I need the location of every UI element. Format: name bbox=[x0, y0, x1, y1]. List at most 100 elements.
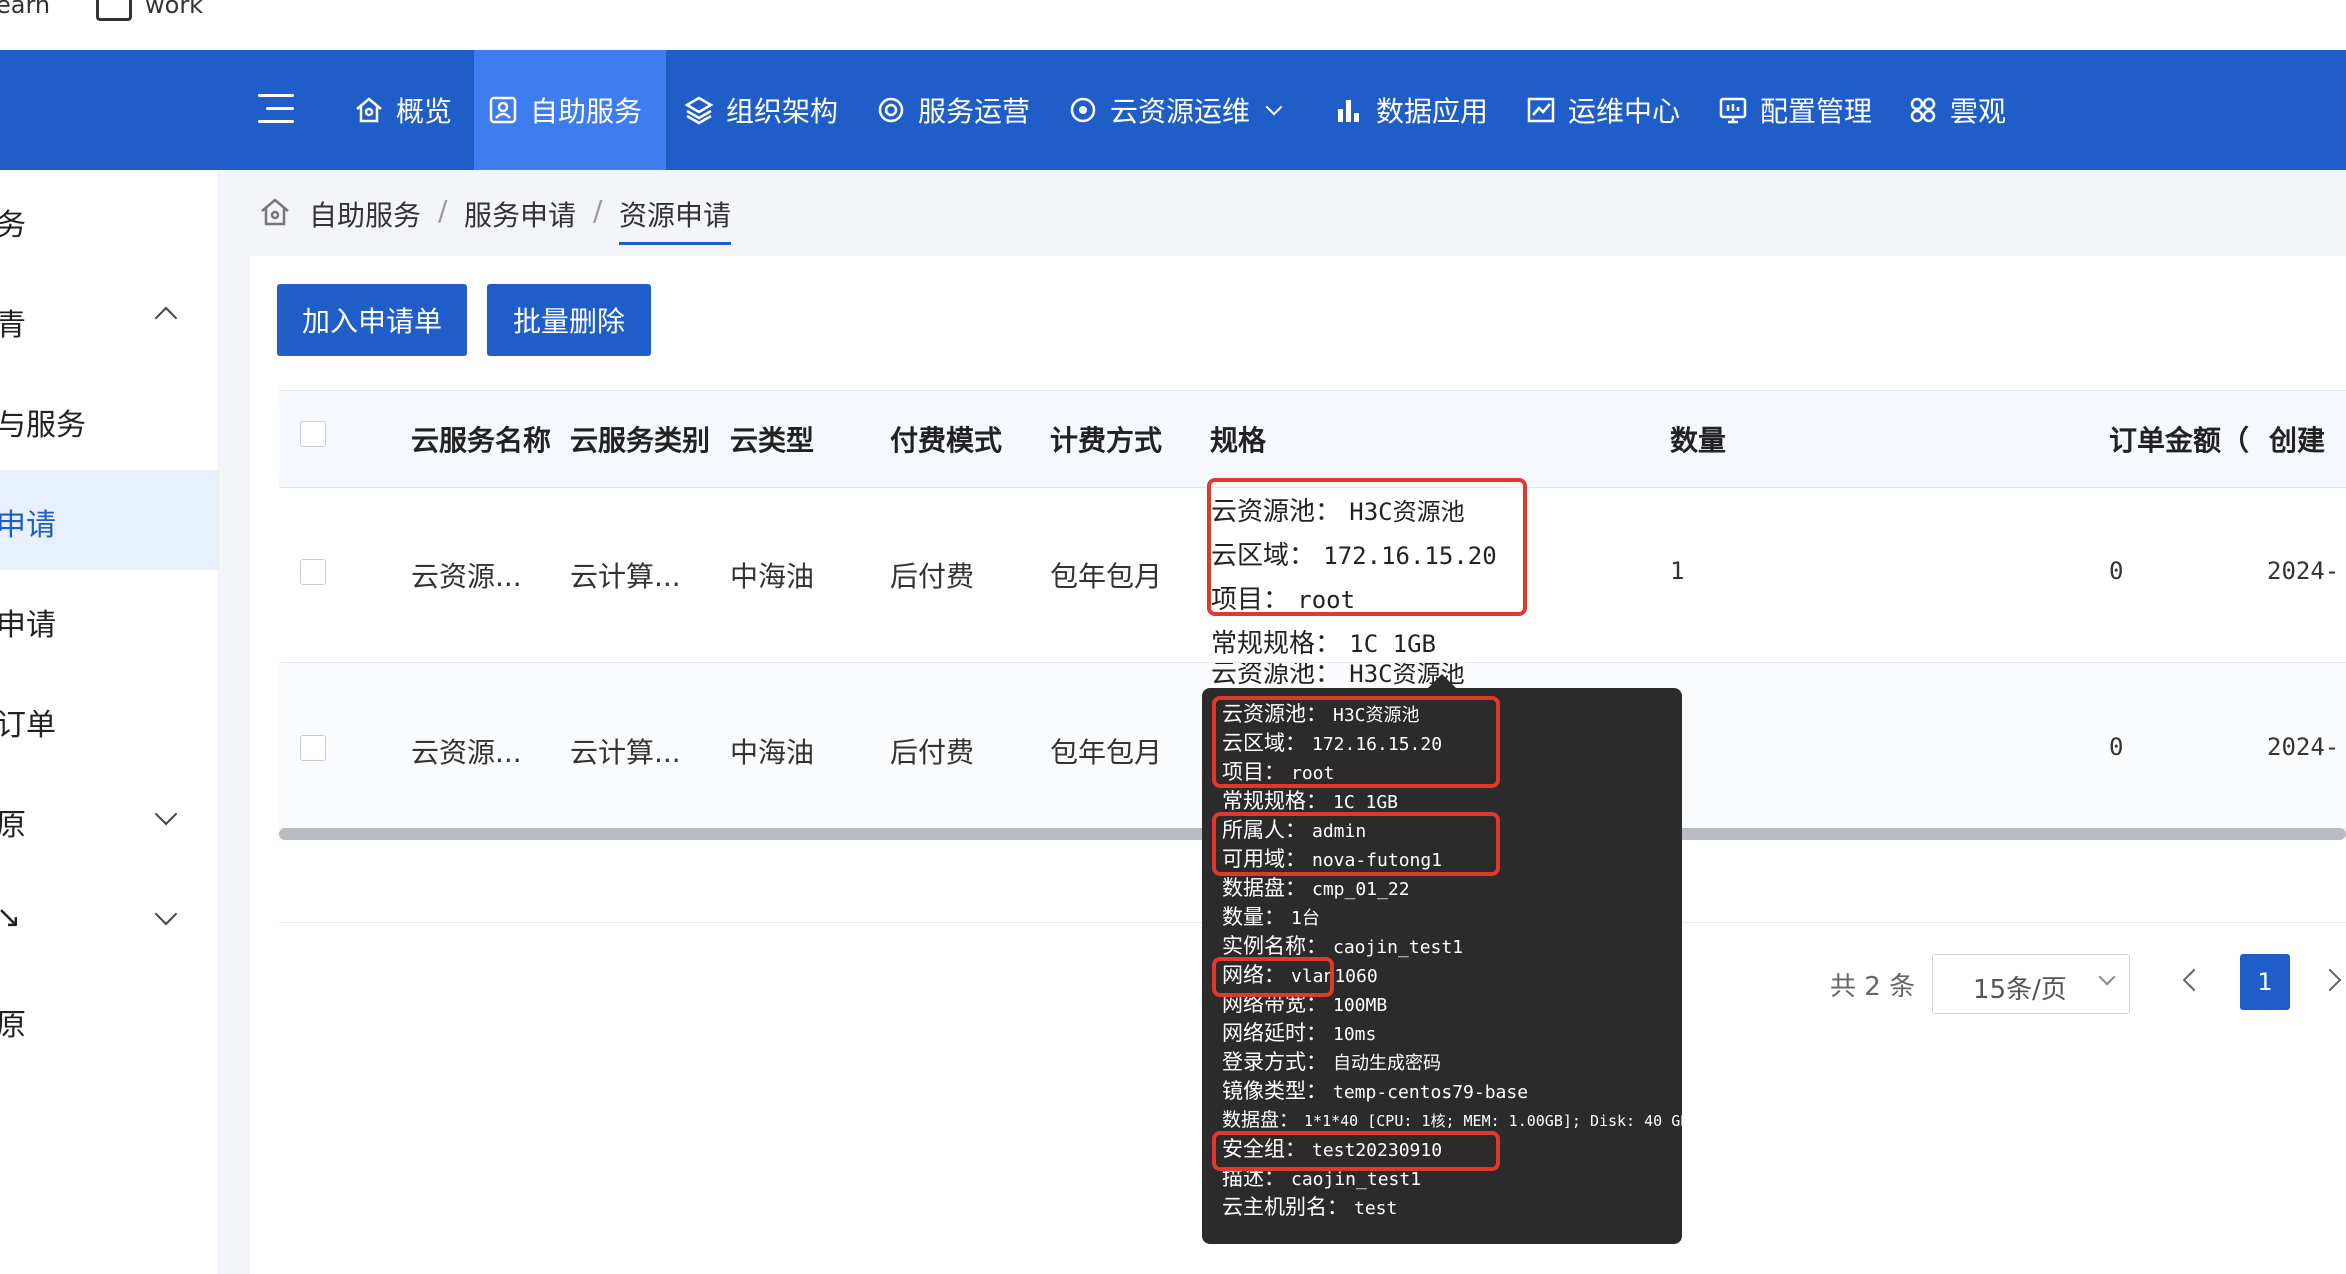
spec-line: 云资源池： H3C资源池 bbox=[1211, 663, 1465, 689]
column-header-spec[interactable]: 规格 bbox=[1210, 419, 1266, 459]
nav-item-self-service[interactable]: 自助服务 bbox=[474, 50, 666, 170]
chevron-down-icon bbox=[2098, 968, 2116, 986]
folder-icon bbox=[96, 0, 132, 21]
cell-quantity: 1 bbox=[1670, 557, 1685, 585]
sidebar-item-orders[interactable]: 订单 bbox=[0, 670, 218, 770]
sidebar-item-misc[interactable]: ↘ bbox=[0, 870, 218, 970]
column-header-amount[interactable]: 订单金额（ bbox=[2109, 419, 2249, 459]
nav-item-cloud-ops[interactable]: 云资源运维 bbox=[1068, 50, 1304, 170]
column-header-category[interactable]: 云服务类别 bbox=[570, 419, 710, 459]
cell-category: 云计算... bbox=[570, 560, 681, 593]
column-header-name[interactable]: 云服务名称 bbox=[411, 419, 551, 459]
nav-label: 概览 bbox=[396, 95, 453, 128]
cell-created: 2024- bbox=[2267, 733, 2340, 761]
breadcrumb: 自助服务 / 服务申请 / 资源申请 bbox=[219, 170, 2346, 256]
nav-label: 雲观 bbox=[1950, 95, 2007, 128]
gear-ring-icon bbox=[876, 95, 906, 125]
cell-cloud-type: 中海油 bbox=[730, 560, 815, 593]
home-icon bbox=[354, 95, 384, 125]
cell-pay-mode: 后付费 bbox=[890, 560, 975, 593]
chevron-down-icon bbox=[154, 802, 178, 826]
nav-label: 数据应用 bbox=[1376, 95, 1489, 128]
nav-label: 组织架构 bbox=[726, 95, 839, 128]
cell-billing: 包年包月 bbox=[1050, 736, 1163, 769]
column-header-pay-mode[interactable]: 付费模式 bbox=[890, 419, 1002, 459]
nav-item-service-ops[interactable]: 服务运营 bbox=[876, 50, 1036, 170]
bookmarks-bar: earn work bbox=[0, 0, 2346, 50]
column-header-created[interactable]: 创建 bbox=[2269, 419, 2325, 459]
highlight-box bbox=[1212, 957, 1334, 997]
nav-item-config[interactable]: 配置管理 bbox=[1718, 50, 1878, 170]
sidebar-item-apply[interactable]: 青 bbox=[0, 270, 218, 370]
highlight-box bbox=[1207, 478, 1527, 616]
cell-billing: 包年包月 bbox=[1050, 560, 1163, 593]
clover-icon bbox=[1908, 95, 1938, 125]
row-checkbox[interactable] bbox=[300, 559, 326, 585]
page-size-select[interactable]: 15条/页 bbox=[1932, 954, 2130, 1014]
line-chart-icon bbox=[1526, 95, 1556, 125]
sidebar-item-service[interactable]: 务 bbox=[0, 170, 218, 270]
tooltip-line: 云主机别名： test bbox=[1222, 1195, 1398, 1219]
nav-label: 配置管理 bbox=[1760, 95, 1873, 128]
nav-item-overview[interactable]: 概览 bbox=[354, 50, 458, 170]
highlight-box bbox=[1212, 696, 1500, 788]
add-to-application-button[interactable]: 加入申请单 bbox=[277, 284, 467, 356]
cell-name: 云资源... bbox=[411, 560, 522, 593]
breadcrumb-separator: / bbox=[593, 194, 603, 227]
page-button-current[interactable]: 1 bbox=[2240, 954, 2290, 1010]
nav-label: 自助服务 bbox=[530, 95, 643, 128]
column-header-cloud-type[interactable]: 云类型 bbox=[730, 419, 814, 459]
tooltip-line: 数量： 1台 bbox=[1222, 905, 1320, 929]
tooltip-line: 数据盘： cmp_01_22 bbox=[1222, 876, 1410, 900]
sidebar-item-resources[interactable]: 原 bbox=[0, 770, 218, 870]
column-header-quantity[interactable]: 数量 bbox=[1670, 419, 1726, 459]
sidebar-item-resources-2[interactable]: 原 bbox=[0, 970, 218, 1070]
layers-icon bbox=[684, 95, 714, 125]
chevron-up-icon bbox=[154, 306, 178, 330]
page-size-value: 15条/页 bbox=[1973, 975, 2067, 1005]
sidebar-item-resource-apply[interactable]: 申请 bbox=[0, 470, 218, 570]
cell-created: 2024- bbox=[2267, 557, 2340, 585]
home-icon[interactable] bbox=[259, 196, 291, 228]
tooltip-line: 登录方式： 自动生成密码 bbox=[1222, 1050, 1441, 1074]
cell-cloud-type: 中海油 bbox=[730, 736, 815, 769]
monitor-icon bbox=[1718, 95, 1748, 125]
table-header: 云服务名称 云服务类别 云类型 付费模式 计费方式 规格 数量 订单金额（ 创建 bbox=[279, 390, 2346, 488]
breadcrumb-item-self-service[interactable]: 自助服务 bbox=[309, 194, 421, 234]
tooltip-line: 网络延时： 10ms bbox=[1222, 1021, 1377, 1045]
tooltip-line: 镜像类型： temp-centos79-base bbox=[1222, 1079, 1529, 1103]
nav-item-yunguan[interactable]: 雲观 bbox=[1908, 50, 2018, 170]
sidebar-item-my-apply[interactable]: 申请 bbox=[0, 570, 218, 670]
sidebar-item-product-service[interactable]: 与服务 bbox=[0, 370, 218, 470]
nav-label: 服务运营 bbox=[918, 95, 1031, 128]
cell-pay-mode: 后付费 bbox=[890, 736, 975, 769]
bar-chart-icon bbox=[1334, 95, 1364, 125]
nav-label: 运维中心 bbox=[1568, 95, 1681, 128]
breadcrumb-item-resource-apply: 资源申请 bbox=[619, 194, 732, 245]
bookmark-work[interactable]: work bbox=[145, 0, 203, 19]
chevron-down-icon bbox=[1265, 98, 1283, 116]
select-all-checkbox[interactable] bbox=[300, 421, 326, 447]
column-header-billing[interactable]: 计费方式 bbox=[1050, 419, 1162, 459]
nav-label: 云资源运维 bbox=[1110, 95, 1251, 128]
cell-category: 云计算... bbox=[570, 736, 681, 769]
highlight-box bbox=[1212, 812, 1500, 876]
cell-name: 云资源... bbox=[411, 736, 522, 769]
batch-delete-button[interactable]: 批量删除 bbox=[487, 284, 651, 356]
breadcrumb-item-service-apply[interactable]: 服务申请 bbox=[464, 194, 576, 234]
bookmark-earn[interactable]: earn bbox=[0, 0, 50, 19]
sidebar: 务 青 与服务 申请 申请 订单 原 ↘ 原 bbox=[0, 170, 219, 1274]
row-checkbox[interactable] bbox=[300, 735, 326, 761]
highlight-box bbox=[1212, 1131, 1500, 1171]
spec-tooltip: 云资源池： H3C资源池 云区域： 172.16.15.20 项目： root 常规规… bbox=[1202, 674, 1689, 1244]
spec-line: 常规规格： 1C 1GB bbox=[1211, 629, 1436, 659]
nav-item-ops-center[interactable]: 运维中心 bbox=[1526, 50, 1686, 170]
user-card-icon bbox=[488, 95, 518, 125]
cell-amount: 0 bbox=[2109, 733, 2124, 761]
nav-item-data-app[interactable]: 数据应用 bbox=[1334, 50, 1494, 170]
pagination-total: 共 2 条 bbox=[1830, 972, 1916, 1002]
nav-item-org[interactable]: 组织架构 bbox=[684, 50, 844, 170]
menu-toggle-icon[interactable] bbox=[258, 94, 294, 124]
breadcrumb-separator: / bbox=[438, 194, 448, 227]
cloud-ops-icon bbox=[1068, 95, 1098, 125]
